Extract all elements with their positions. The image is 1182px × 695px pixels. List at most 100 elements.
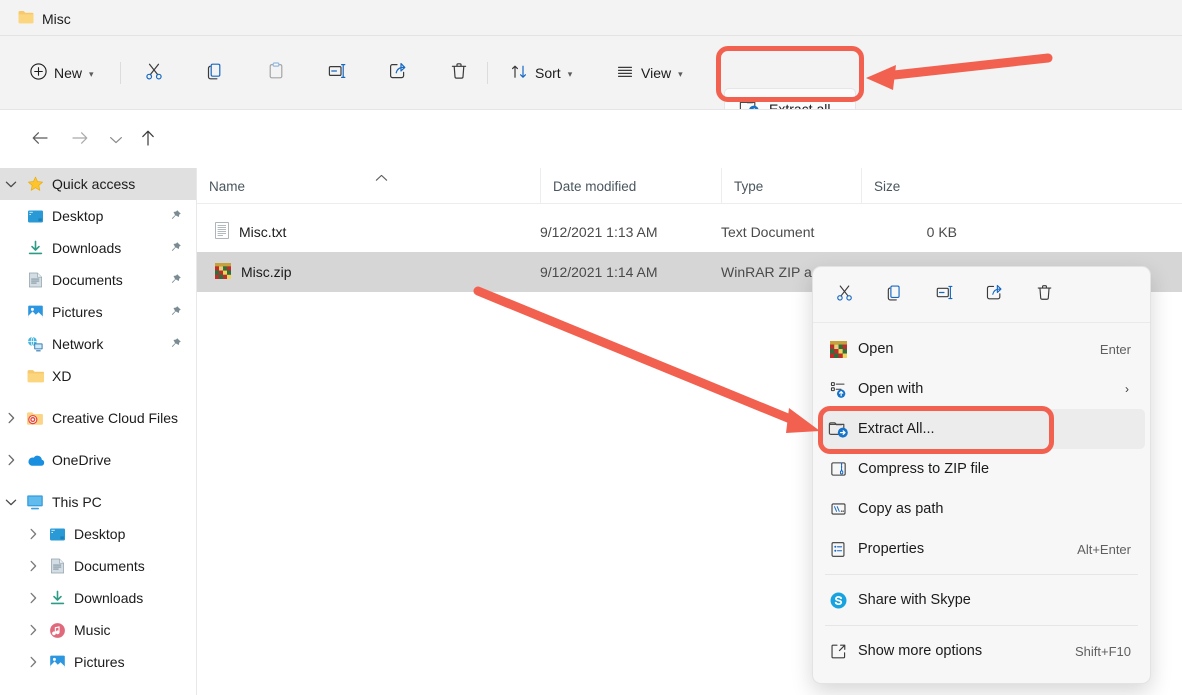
pictures-icon: [22, 304, 48, 320]
back-button[interactable]: [24, 124, 56, 156]
sidebar-item-xd[interactable]: XD: [0, 360, 196, 392]
recent-locations-button[interactable]: [100, 124, 132, 156]
pin-icon: [169, 337, 182, 353]
rename-button[interactable]: [927, 278, 961, 312]
sidebar-item-pictures[interactable]: Pictures: [0, 296, 196, 328]
sort-ascending-icon: [375, 174, 388, 185]
navigation-pane: Quick access Desktop Downloads Doc: [0, 168, 196, 695]
sidebar-item-this-pc-pictures[interactable]: Pictures: [0, 646, 196, 678]
sidebar-item-this-pc-desktop[interactable]: Desktop: [0, 518, 196, 550]
delete-icon: [1035, 283, 1054, 307]
chevron-right-icon[interactable]: [22, 646, 44, 678]
chevron-down-icon: [109, 130, 123, 150]
context-menu-item-open-with[interactable]: Open with ›: [818, 369, 1145, 409]
context-menu-item-open[interactable]: Open Enter: [818, 329, 1145, 369]
column-label: Name: [209, 179, 245, 194]
sidebar-item-quick-access[interactable]: Quick access: [0, 168, 196, 200]
context-menu-item-extract-all[interactable]: Extract All...: [818, 409, 1145, 449]
context-menu-label: Open with: [858, 381, 923, 397]
view-button[interactable]: View ▾: [606, 52, 693, 94]
sort-button[interactable]: Sort ▾: [500, 52, 582, 94]
chevron-right-icon[interactable]: [22, 582, 44, 614]
share-button[interactable]: [977, 278, 1011, 312]
sidebar-item-this-pc-music[interactable]: Music: [0, 614, 196, 646]
pin-icon: [169, 241, 182, 257]
command-bar: New ▾: [0, 36, 1182, 110]
pin-icon: [169, 209, 182, 225]
explorer-tab-misc[interactable]: Misc: [8, 4, 81, 34]
sidebar-label: Quick access: [52, 176, 135, 192]
rename-button[interactable]: [316, 52, 358, 94]
chevron-right-icon[interactable]: [22, 550, 44, 582]
folder-icon: [18, 10, 34, 29]
share-button[interactable]: [377, 52, 419, 94]
column-header-date-modified[interactable]: Date modified: [540, 168, 721, 204]
copy-icon: [885, 283, 904, 307]
context-menu-item-compress-to-zip[interactable]: Compress to ZIP file: [818, 449, 1145, 489]
view-button-label: View: [641, 65, 671, 81]
context-menu-label: Show more options: [858, 643, 982, 659]
sidebar-item-this-pc[interactable]: This PC: [0, 486, 196, 518]
delete-icon: [449, 61, 469, 86]
more-options-icon: [818, 642, 858, 661]
chevron-down-icon: ▾: [568, 69, 573, 80]
extract-all-icon: [818, 420, 858, 439]
context-menu-item-properties[interactable]: Properties Alt+Enter: [818, 529, 1145, 569]
context-menu-label: Share with Skype: [858, 592, 971, 608]
chevron-right-icon[interactable]: [22, 518, 44, 550]
sidebar-spacer: [0, 476, 196, 486]
chevron-right-icon[interactable]: [0, 402, 22, 434]
desktop-icon: [44, 527, 70, 542]
pin-icon: [169, 273, 182, 289]
context-menu-item-share-with-skype[interactable]: Share with Skype: [818, 580, 1145, 620]
file-name: Misc.txt: [239, 224, 286, 240]
context-menu-label: Properties: [858, 541, 924, 557]
chevron-right-icon[interactable]: [22, 614, 44, 646]
creative-cloud-icon: [22, 411, 48, 426]
sidebar-item-this-pc-downloads[interactable]: Downloads: [0, 582, 196, 614]
chevron-right-icon[interactable]: [0, 444, 22, 476]
column-header-type[interactable]: Type: [721, 168, 861, 204]
new-button[interactable]: New ▾: [20, 52, 108, 94]
cut-button[interactable]: [133, 52, 175, 94]
context-menu-label: Extract All...: [858, 421, 935, 437]
chevron-down-icon: ▾: [89, 69, 94, 80]
up-button[interactable]: [132, 124, 164, 156]
column-header-size[interactable]: Size: [861, 168, 966, 204]
copy-button[interactable]: [877, 278, 911, 312]
paste-icon: [266, 61, 286, 86]
context-menu-item-show-more-options[interactable]: Show more options Shift+F10: [818, 631, 1145, 671]
sidebar-item-creative-cloud-files[interactable]: Creative Cloud Files: [0, 402, 196, 434]
context-menu-divider: [825, 574, 1138, 575]
sidebar-item-documents[interactable]: Documents: [0, 264, 196, 296]
sidebar-item-onedrive[interactable]: OneDrive: [0, 444, 196, 476]
delete-button[interactable]: [1027, 278, 1061, 312]
copy-button[interactable]: [194, 52, 236, 94]
sidebar-label: Documents: [74, 558, 145, 574]
forward-arrow-icon: [71, 130, 89, 151]
column-header-name[interactable]: Name: [197, 168, 540, 204]
delete-button[interactable]: [438, 52, 480, 94]
chevron-down-icon[interactable]: [0, 168, 22, 200]
documents-icon: [44, 558, 70, 574]
sidebar-item-network[interactable]: Network: [0, 328, 196, 360]
this-pc-icon: [22, 494, 48, 510]
file-name: Misc.zip: [241, 264, 292, 280]
sidebar-label: Music: [74, 622, 111, 638]
music-icon: [44, 622, 70, 639]
sidebar-item-desktop[interactable]: Desktop: [0, 200, 196, 232]
documents-icon: [22, 272, 48, 288]
chevron-down-icon[interactable]: [0, 486, 22, 518]
cut-icon: [835, 283, 854, 307]
context-menu-item-copy-as-path[interactable]: Copy as path: [818, 489, 1145, 529]
file-name-cell: Misc.txt: [215, 222, 286, 242]
sidebar-item-this-pc-documents[interactable]: Documents: [0, 550, 196, 582]
cut-button[interactable]: [827, 278, 861, 312]
cut-icon: [144, 61, 164, 86]
forward-button[interactable]: [64, 124, 96, 156]
table-row[interactable]: Misc.txt 9/12/2021 1:13 AM Text Document…: [197, 212, 1182, 252]
sidebar-label: Downloads: [74, 590, 143, 606]
sort-icon: [510, 63, 528, 84]
sidebar-item-downloads[interactable]: Downloads: [0, 232, 196, 264]
view-icon: [616, 63, 634, 84]
